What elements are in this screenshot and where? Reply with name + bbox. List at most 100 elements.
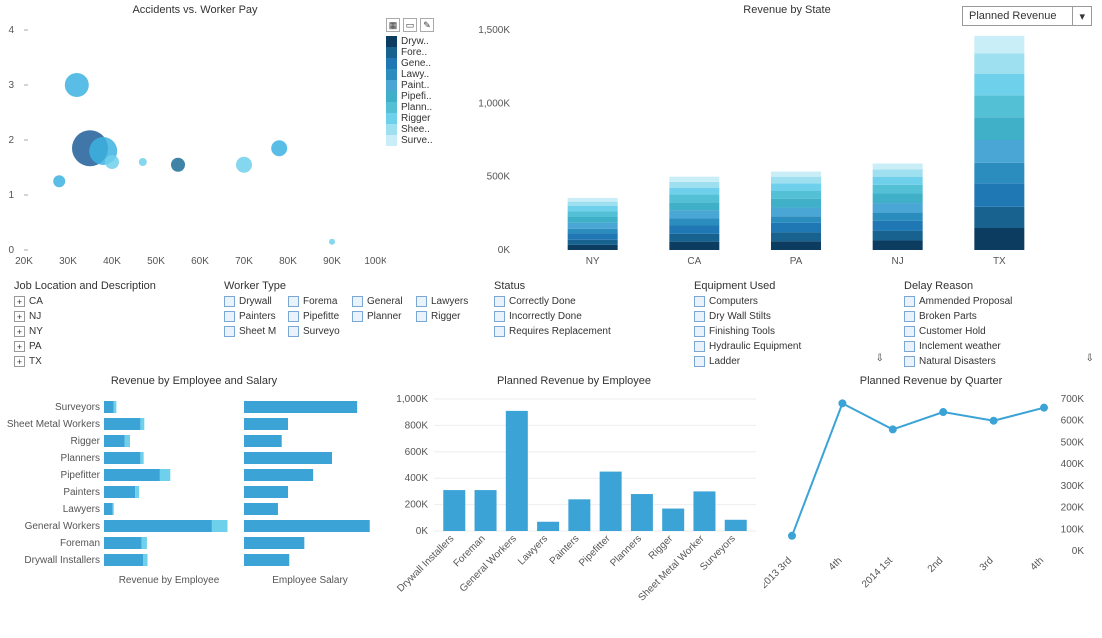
dropdown-selected: Planned Revenue: [969, 10, 1056, 22]
legend-swatch: [386, 36, 397, 47]
filter-title-status: Status: [494, 280, 674, 292]
legend-item[interactable]: Fore..: [386, 47, 476, 58]
legend-item[interactable]: Dryw..: [386, 36, 476, 47]
checkbox-icon[interactable]: [416, 296, 427, 307]
revenue-dropdown[interactable]: Planned Revenue ▾: [962, 6, 1092, 26]
legend-swatch: [386, 47, 397, 58]
filter-title-location: Job Location and Description: [14, 280, 204, 292]
revenue-state-legend: Dryw..Fore..Gene..Lawy..Paint..Pipefi..P…: [386, 36, 476, 146]
checkbox-icon[interactable]: [904, 296, 915, 307]
filter-label: NJ: [29, 311, 41, 322]
checkbox-icon[interactable]: [288, 296, 299, 307]
checkbox-icon[interactable]: [494, 296, 505, 307]
svg-text:Lawyers: Lawyers: [63, 504, 100, 515]
filter-item[interactable]: Hydraulic Equipment: [694, 341, 884, 352]
filter-item[interactable]: + TX: [14, 356, 204, 367]
filter-item[interactable]: Inclement weather: [904, 341, 1094, 352]
scroll-down-icon[interactable]: ⇩: [694, 353, 884, 364]
legend-item[interactable]: Rigger: [386, 113, 476, 124]
checkbox-icon[interactable]: [352, 311, 363, 322]
svg-text:300K: 300K: [1061, 481, 1085, 492]
checkbox-icon[interactable]: [904, 326, 915, 337]
chart-planned-rev-employee: 0K200K400K600K800K1,000KDrywall Installe…: [384, 391, 764, 601]
svg-text:1: 1: [8, 190, 14, 201]
checkbox-icon[interactable]: [224, 311, 235, 322]
checkbox-icon[interactable]: [494, 326, 505, 337]
filter-label: NY: [29, 326, 43, 337]
svg-text:400K: 400K: [1061, 459, 1085, 470]
filter-item[interactable]: Correctly Done: [494, 296, 674, 307]
box-icon[interactable]: ▭: [403, 18, 417, 32]
filter-item[interactable]: Forema: [288, 296, 348, 307]
legend-item[interactable]: Plann..: [386, 102, 476, 113]
svg-text:Lawyers: Lawyers: [516, 533, 550, 567]
chart-title-accidents: Accidents vs. Worker Pay: [4, 4, 386, 16]
checkbox-icon[interactable]: [694, 326, 705, 337]
filter-item[interactable]: Drywall: [224, 296, 284, 307]
filter-item[interactable]: Requires Replacement: [494, 326, 674, 337]
filter-label: TX: [29, 356, 42, 367]
filter-item[interactable]: +CA: [14, 296, 204, 307]
expand-icon[interactable]: +: [14, 296, 25, 307]
filter-item[interactable]: Pipefitte: [288, 311, 348, 322]
filter-item[interactable]: Dry Wall Stilts: [694, 311, 884, 322]
expand-icon[interactable]: +: [14, 341, 25, 352]
filter-item[interactable]: +PA: [14, 341, 204, 352]
pencil-icon[interactable]: ✎: [420, 18, 434, 32]
filter-item[interactable]: Customer Hold: [904, 326, 1094, 337]
filter-item[interactable]: General: [352, 296, 412, 307]
chart-revenue-by-state: 0K500K1,000K1,500KNYCAPANJTX: [476, 20, 1096, 270]
filter-item[interactable]: Lawyers: [416, 296, 476, 307]
svg-text:Pipefitter: Pipefitter: [577, 533, 613, 569]
checkbox-icon[interactable]: [416, 311, 427, 322]
legend-item[interactable]: Paint..: [386, 80, 476, 91]
filter-item[interactable]: + NJ: [14, 311, 204, 322]
svg-text:Rigger: Rigger: [71, 436, 101, 447]
checkbox-icon[interactable]: [694, 341, 705, 352]
svg-text:Foreman: Foreman: [60, 538, 100, 549]
legend-item[interactable]: Surve..: [386, 135, 476, 146]
checkbox-icon[interactable]: [352, 296, 363, 307]
expand-icon[interactable]: +: [14, 326, 25, 337]
filter-item[interactable]: Broken Parts: [904, 311, 1094, 322]
scroll-down-icon[interactable]: ⇩: [904, 353, 1094, 364]
expand-icon[interactable]: +: [14, 356, 25, 367]
filter-item[interactable]: Planner: [352, 311, 412, 322]
checkbox-icon[interactable]: [224, 296, 235, 307]
filter-item[interactable]: Sheet M: [224, 326, 284, 337]
svg-text:50K: 50K: [147, 256, 165, 267]
checkbox-icon[interactable]: [904, 311, 915, 322]
filter-item[interactable]: Rigger: [416, 311, 476, 322]
legend-item[interactable]: Pipefi..: [386, 91, 476, 102]
filter-label: Correctly Done: [509, 296, 576, 307]
filter-item[interactable]: Computers: [694, 296, 884, 307]
legend-item[interactable]: Lawy..: [386, 69, 476, 80]
legend-label: Shee..: [401, 124, 430, 135]
filter-item[interactable]: Finishing Tools: [694, 326, 884, 337]
svg-text:1,000K: 1,000K: [478, 98, 510, 109]
svg-text:4th: 4th: [1029, 555, 1047, 573]
filter-item[interactable]: + NY: [14, 326, 204, 337]
grid-icon[interactable]: ▦: [386, 18, 400, 32]
legend-item[interactable]: Shee..: [386, 124, 476, 135]
checkbox-icon[interactable]: [494, 311, 505, 322]
filter-label: Forema: [303, 296, 337, 307]
filter-item[interactable]: Painters: [224, 311, 284, 322]
checkbox-icon[interactable]: [694, 296, 705, 307]
legend-swatch: [386, 69, 397, 80]
expand-icon[interactable]: +: [14, 311, 25, 322]
filter-item[interactable]: Incorrectly Done: [494, 311, 674, 322]
checkbox-icon[interactable]: [904, 341, 915, 352]
checkbox-icon[interactable]: [224, 326, 235, 337]
legend-item[interactable]: Gene..: [386, 58, 476, 69]
svg-text:Planners: Planners: [608, 533, 644, 569]
svg-text:PA: PA: [790, 256, 803, 267]
checkbox-icon[interactable]: [288, 326, 299, 337]
filter-label: Inclement weather: [919, 341, 1001, 352]
checkbox-icon[interactable]: [288, 311, 299, 322]
checkbox-icon[interactable]: [694, 311, 705, 322]
filter-label: Customer Hold: [919, 326, 986, 337]
filter-label: Incorrectly Done: [509, 311, 582, 322]
filter-item[interactable]: Ammended Proposal: [904, 296, 1094, 307]
filter-item[interactable]: Surveyo: [288, 326, 348, 337]
